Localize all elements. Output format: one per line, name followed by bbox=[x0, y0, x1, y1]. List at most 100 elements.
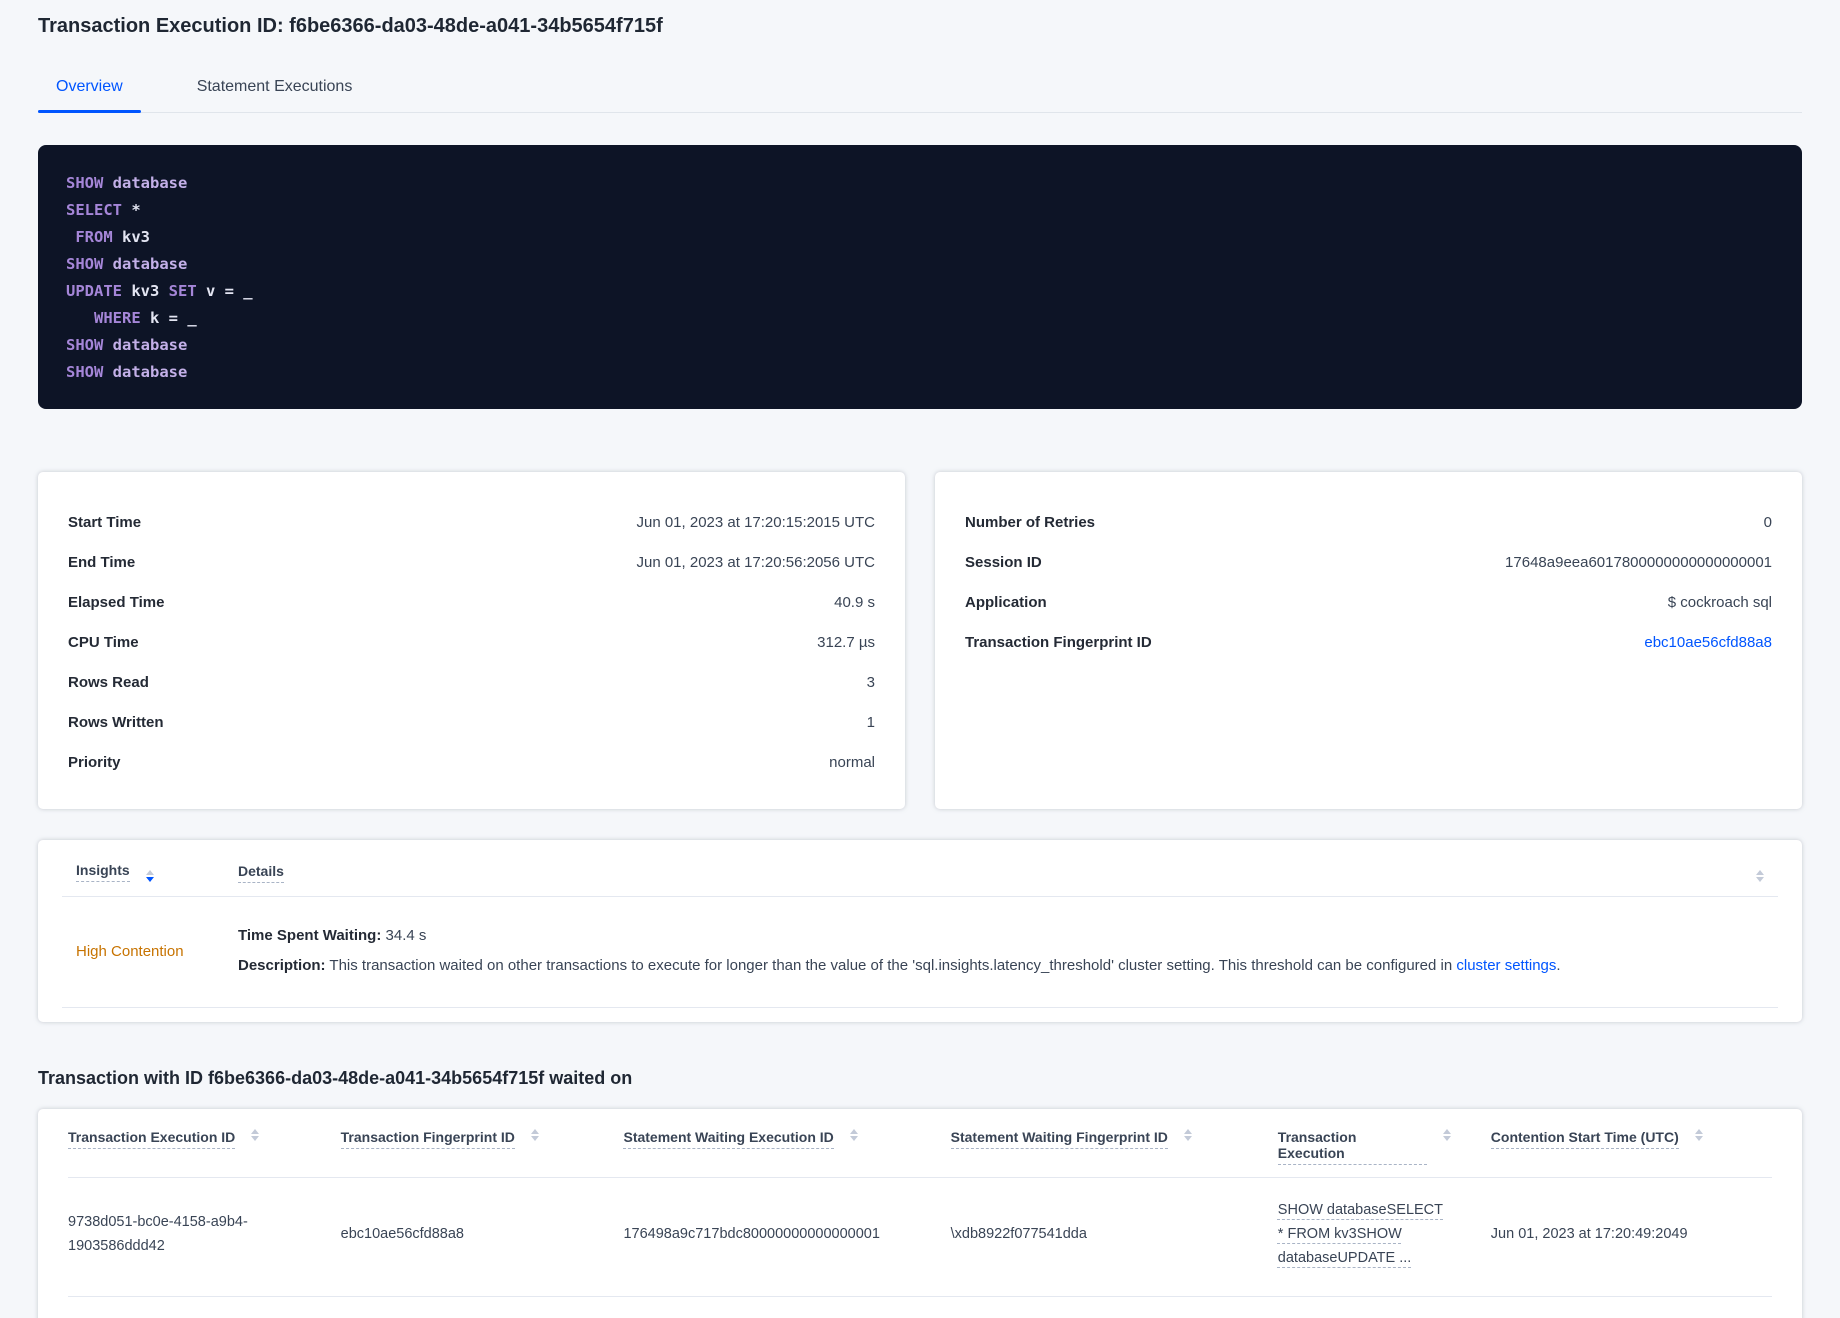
transaction-details-page: Transaction Execution ID: f6be6366-da03-… bbox=[0, 0, 1840, 1318]
insight-description-line: Description: This transaction waited on … bbox=[238, 951, 1764, 981]
stat-label: Number of Retries bbox=[965, 513, 1096, 531]
stat-label: Rows Read bbox=[68, 673, 149, 691]
stat-row-rows-read: Rows Read 3 bbox=[68, 662, 875, 702]
sql-line: SHOW database bbox=[66, 332, 1774, 359]
sort-up-icon bbox=[1694, 1129, 1703, 1134]
insight-details: Time Spent Waiting: 34.4 s Description: … bbox=[238, 921, 1764, 981]
left-card-rows: Start Time Jun 01, 2023 at 17:20:15:2015 … bbox=[68, 502, 875, 782]
stat-label: Priority bbox=[68, 753, 121, 771]
insight-type-badge: High Contention bbox=[76, 942, 184, 960]
page-title: Transaction Execution ID: f6be6366-da03-… bbox=[38, 15, 663, 37]
sort-down-icon bbox=[1183, 1136, 1192, 1141]
stat-value: 312.7 µs bbox=[817, 633, 875, 651]
sql-line: WHERE k = _ bbox=[66, 305, 1774, 332]
waiting-time-label: Time Spent Waiting: bbox=[238, 927, 382, 944]
waited-table-head: Transaction Execution ID Transaction Fing… bbox=[68, 1109, 1772, 1178]
description-suffix: . bbox=[1556, 957, 1561, 974]
stat-label: End Time bbox=[68, 553, 136, 571]
sort-down-icon bbox=[145, 877, 154, 882]
sql-token: SELECT bbox=[66, 201, 132, 219]
sql-token: FROM bbox=[66, 228, 122, 246]
insight-waiting-line: Time Spent Waiting: 34.4 s bbox=[238, 921, 1764, 951]
details-column-header[interactable]: Details bbox=[238, 863, 284, 883]
stat-row-cpu-time: CPU Time 312.7 µs bbox=[68, 622, 875, 662]
stat-row-elapsed-time: Elapsed Time 40.9 s bbox=[68, 582, 875, 622]
sql-token: v = _ bbox=[205, 282, 253, 300]
stat-value: 0 bbox=[1763, 513, 1772, 531]
column-header-label: Transaction Execution bbox=[1277, 1129, 1427, 1165]
waited-table-body: 9738d051-bc0e-4158-a9b4-1903586ddd42 ebc1… bbox=[68, 1178, 1772, 1297]
sql-line: SHOW database bbox=[66, 251, 1774, 278]
sort-arrows-icon[interactable] bbox=[530, 1129, 539, 1141]
transaction-execution-statement-link[interactable]: SHOW databaseSELECT * FROM kv3SHOW datab… bbox=[1278, 1202, 1443, 1266]
column-header-contention-start-time-utc[interactable]: Contention Start Time (UTC) bbox=[1490, 1129, 1772, 1149]
cell-statement-waiting-fingerprint-id: \xdb8922f077541dda bbox=[950, 1226, 1087, 1242]
column-header-statement-waiting-execution-id[interactable]: Statement Waiting Execution ID bbox=[623, 1129, 950, 1149]
overview-cards: Start Time Jun 01, 2023 at 17:20:15:2015 … bbox=[38, 472, 1802, 809]
column-header-label: Transaction Fingerprint ID bbox=[340, 1129, 515, 1149]
sort-arrows-icon[interactable] bbox=[1183, 1129, 1192, 1141]
sort-arrows-icon[interactable] bbox=[1442, 1129, 1451, 1141]
sql-token: SHOW bbox=[66, 363, 113, 381]
tab-statement-executions[interactable]: Statement Executions bbox=[179, 64, 371, 112]
right-card-rows: Number of Retries 0 Session ID 17648a9eea60… bbox=[965, 502, 1772, 662]
sql-token: WHERE bbox=[66, 309, 150, 327]
sql-token: SET bbox=[168, 282, 206, 300]
column-header-label: Contention Start Time (UTC) bbox=[1490, 1129, 1679, 1149]
sort-down-icon bbox=[530, 1136, 539, 1141]
sort-arrows-icon[interactable] bbox=[145, 870, 154, 882]
sql-token: SHOW bbox=[66, 174, 113, 192]
stat-row-start-time: Start Time Jun 01, 2023 at 17:20:15:2015 … bbox=[68, 502, 875, 542]
sort-down-icon bbox=[1442, 1136, 1451, 1141]
stat-label: Transaction Fingerprint ID bbox=[965, 633, 1152, 651]
cell-transaction-execution: SHOW databaseSELECT * FROM kv3SHOW datab… bbox=[1278, 1198, 1491, 1270]
sql-line: FROM kv3 bbox=[66, 224, 1774, 251]
stat-value-link[interactable]: ebc10ae56cfd88a8 bbox=[1644, 634, 1772, 651]
insights-column-label: Insights bbox=[76, 862, 130, 882]
sql-code-box: SHOW database SELECT * FROM kv3 SHOW datab… bbox=[38, 145, 1802, 409]
sort-up-icon bbox=[849, 1129, 858, 1134]
sql-token: database bbox=[112, 255, 188, 273]
execution-times-card: Start Time Jun 01, 2023 at 17:20:15:2015 … bbox=[38, 472, 905, 809]
sql-line: SELECT * bbox=[66, 197, 1774, 224]
sql-token: database bbox=[112, 336, 188, 354]
insights-table-header: Insights Details bbox=[62, 840, 1778, 897]
sort-down-icon bbox=[1756, 877, 1764, 882]
column-header-transaction-execution[interactable]: Transaction Execution bbox=[1277, 1129, 1491, 1165]
cell-transaction-execution-id: 9738d051-bc0e-4158-a9b4-1903586ddd42 bbox=[68, 1214, 248, 1254]
stat-label: Elapsed Time bbox=[68, 593, 165, 611]
tab-overview[interactable]: Overview bbox=[38, 64, 141, 113]
stat-label: Rows Written bbox=[68, 713, 164, 731]
column-header-transaction-execution-id[interactable]: Transaction Execution ID bbox=[68, 1129, 341, 1149]
cluster-settings-link[interactable]: cluster settings bbox=[1456, 957, 1556, 974]
stat-value: 1 bbox=[866, 713, 875, 731]
sort-arrows-icon[interactable] bbox=[1756, 870, 1764, 882]
column-header-label: Transaction Execution ID bbox=[68, 1129, 236, 1149]
sort-arrows-icon[interactable] bbox=[1694, 1129, 1703, 1141]
cell-statement-waiting-execution-id: 176498a9c717bdc80000000000000001 bbox=[623, 1226, 880, 1242]
insights-column-header[interactable]: Insights bbox=[76, 862, 238, 882]
sort-down-icon bbox=[1694, 1136, 1703, 1141]
stat-value: 40.9 s bbox=[834, 593, 875, 611]
sql-token: k = _ bbox=[150, 309, 197, 327]
sort-arrows-icon[interactable] bbox=[251, 1129, 260, 1141]
stat-value: 17648a9eea6017800000000000000001 bbox=[1505, 553, 1772, 571]
waited-on-table-card: Transaction Execution ID Transaction Fing… bbox=[38, 1109, 1802, 1318]
stat-value: normal bbox=[829, 753, 875, 771]
stat-label: CPU Time bbox=[68, 633, 139, 651]
stat-value: $ cockroach sql bbox=[1667, 593, 1772, 611]
column-header-statement-waiting-fingerprint-id[interactable]: Statement Waiting Fingerprint ID bbox=[950, 1129, 1278, 1149]
stat-label: Session ID bbox=[965, 553, 1042, 571]
cell-transaction-fingerprint-id: ebc10ae56cfd88a8 bbox=[340, 1226, 464, 1242]
sql-token: database bbox=[112, 174, 188, 192]
stat-value: 3 bbox=[866, 673, 875, 691]
sql-token: SHOW bbox=[66, 255, 113, 273]
description-text: This transaction waited on other transac… bbox=[325, 957, 1457, 974]
table-row: 9738d051-bc0e-4158-a9b4-1903586ddd42 ebc1… bbox=[68, 1178, 1772, 1297]
sort-arrows-icon[interactable] bbox=[849, 1129, 858, 1141]
sql-token: kv3 bbox=[131, 282, 169, 300]
sort-up-icon bbox=[251, 1129, 260, 1134]
column-header-transaction-fingerprint-id[interactable]: Transaction Fingerprint ID bbox=[340, 1129, 624, 1149]
column-header-label: Statement Waiting Fingerprint ID bbox=[950, 1129, 1168, 1149]
insight-row: High Contention Time Spent Waiting: 34.4… bbox=[62, 897, 1778, 1008]
